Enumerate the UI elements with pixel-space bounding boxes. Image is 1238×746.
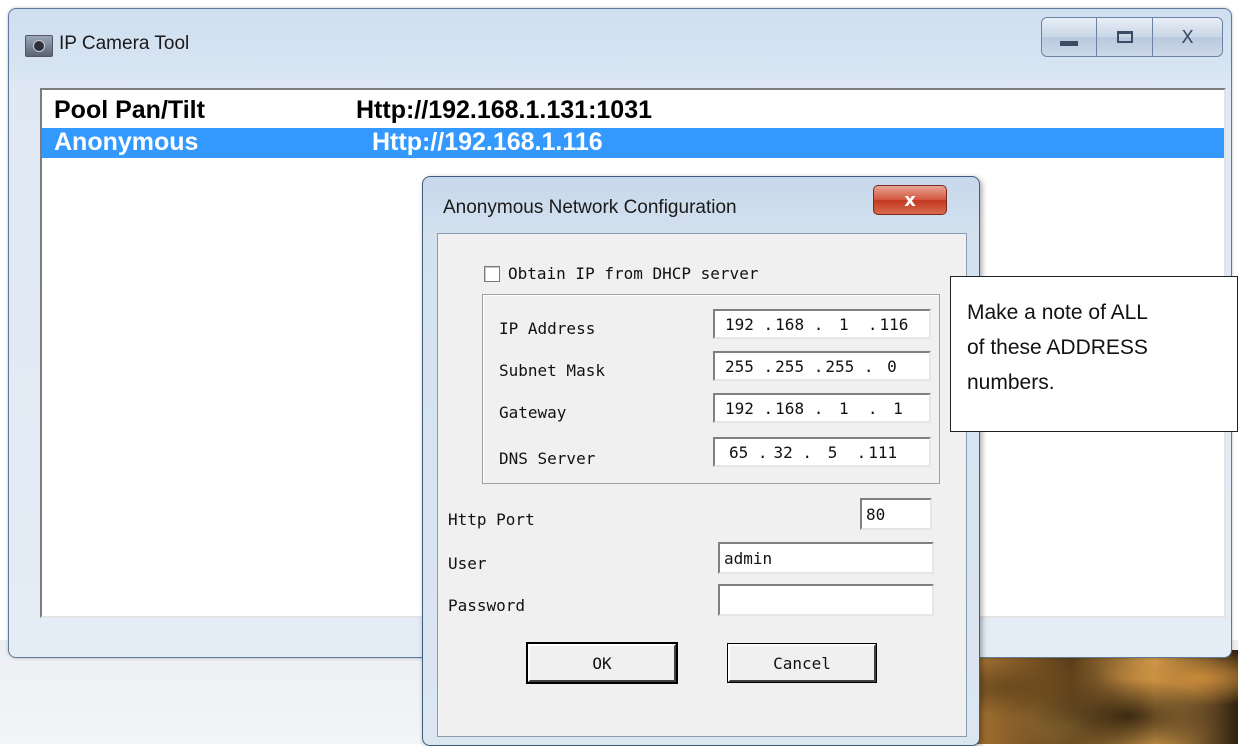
- dns-server-label: DNS Server: [499, 449, 596, 468]
- gateway-label: Gateway: [499, 403, 567, 422]
- note-line: of these ADDRESS: [967, 336, 1148, 359]
- cancel-button[interactable]: Cancel: [727, 643, 877, 683]
- octet: 5: [827, 442, 838, 462]
- octet: 192: [725, 314, 754, 334]
- ip-address-label: IP Address: [499, 319, 596, 338]
- ip-address-field[interactable]: 192 . 168 . 1 . 116: [713, 309, 931, 339]
- camera-app-icon: [25, 35, 53, 57]
- http-port-label: Http Port: [448, 510, 535, 529]
- octet: 255: [725, 356, 754, 376]
- cancel-label: Cancel: [773, 653, 831, 673]
- http-port-field[interactable]: 80: [860, 498, 932, 530]
- dialog-close-button[interactable]: x: [873, 185, 947, 215]
- password-label: Password: [448, 596, 526, 615]
- maximize-icon: [1116, 31, 1133, 43]
- octet: 116: [879, 314, 909, 334]
- annotation-note: Make a note of ALL of these ADDRESS numb…: [950, 276, 1238, 432]
- user-field[interactable]: admin: [718, 542, 934, 574]
- window-title: IP Camera Tool: [59, 33, 190, 54]
- camera-url: Http://192.168.1.131:1031: [356, 96, 653, 124]
- close-button[interactable]: X: [1153, 17, 1223, 57]
- maximize-button[interactable]: [1097, 17, 1153, 57]
- dhcp-checkbox[interactable]: [484, 265, 500, 282]
- password-field[interactable]: [718, 584, 934, 616]
- dns-server-field[interactable]: 65 . 32 . 5 . 111: [713, 437, 931, 467]
- octet: 32: [773, 442, 793, 462]
- gateway-field[interactable]: 192 . 168 . 1 . 1: [713, 393, 931, 423]
- list-item-selected[interactable]: Anonymous Http://192.168.1.116: [42, 128, 1224, 158]
- address-group: IP Address 192 . 168 . 1 . 116 Subnet Ma…: [482, 294, 940, 484]
- window-controls: X: [1041, 17, 1223, 57]
- dialog-title: Anonymous Network Configuration: [443, 197, 737, 218]
- octet: 1: [838, 398, 849, 418]
- octet: 111: [868, 442, 898, 462]
- subnet-mask-field[interactable]: 255 . 255 . 255 . 0: [713, 351, 931, 381]
- octet: 255: [825, 356, 855, 376]
- http-port-value: 80: [866, 504, 886, 524]
- note-line: Make a note of ALL: [967, 301, 1148, 324]
- ok-label: OK: [592, 653, 612, 673]
- close-icon: x: [904, 189, 916, 211]
- octet: 65: [729, 442, 749, 462]
- close-icon: X: [1181, 26, 1194, 48]
- dhcp-option[interactable]: Obtain IP from DHCP server: [484, 264, 758, 283]
- user-label: User: [448, 554, 487, 573]
- network-config-dialog: Anonymous Network Configuration x Obtain…: [422, 176, 980, 746]
- title-bar[interactable]: IP Camera Tool X: [9, 9, 1231, 79]
- subnet-mask-label: Subnet Mask: [499, 361, 605, 380]
- camera-name: Anonymous: [54, 128, 199, 156]
- note-line: numbers.: [967, 371, 1055, 394]
- dhcp-label: Obtain IP from DHCP server: [508, 264, 759, 283]
- octet: 192: [725, 398, 754, 418]
- octet: 1: [893, 398, 903, 418]
- user-value: admin: [724, 548, 773, 568]
- ok-button[interactable]: OK: [526, 642, 678, 684]
- camera-name: Pool Pan/Tilt: [54, 96, 205, 124]
- minimize-icon: [1060, 40, 1078, 46]
- octet: 0: [887, 356, 897, 376]
- octet: 168: [775, 398, 805, 418]
- desktop-wallpaper-image: [960, 650, 1238, 744]
- octet: 255: [775, 356, 805, 376]
- camera-url: Http://192.168.1.116: [372, 128, 603, 156]
- dialog-body: Obtain IP from DHCP server IP Address 19…: [437, 233, 967, 737]
- octet: 168: [775, 314, 805, 334]
- minimize-button[interactable]: [1041, 17, 1097, 57]
- list-item[interactable]: Pool Pan/Tilt Http://192.168.1.131:1031: [42, 96, 1224, 126]
- octet: 1: [838, 314, 849, 334]
